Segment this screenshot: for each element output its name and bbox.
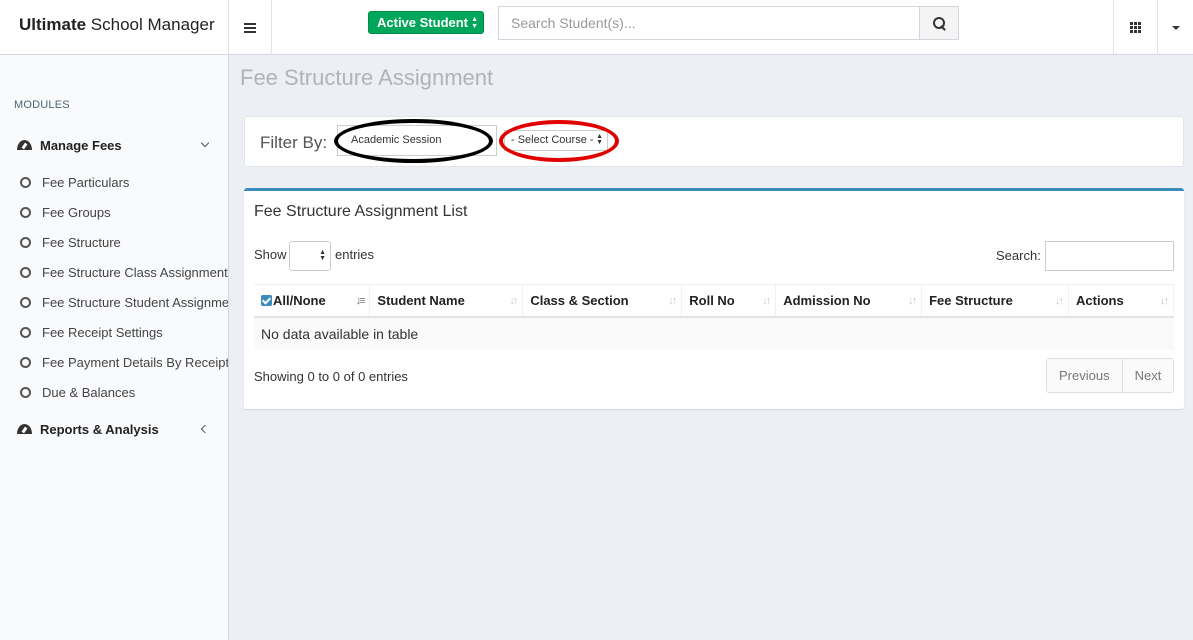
list-title: Fee Structure Assignment List xyxy=(254,203,468,220)
sidebar-item-label: Fee Structure xyxy=(42,234,121,250)
student-status-select[interactable]: Active Student ▲ ▼ xyxy=(368,11,484,34)
select-arrows-icon: ▲ ▼ xyxy=(596,133,603,146)
sidebar-item-label: Fee Particulars xyxy=(42,174,130,190)
column-header-admission-no[interactable]: Admission No ↓↑ xyxy=(775,284,923,318)
logo-text: School Manager xyxy=(86,15,215,34)
sidebar-group-manage-fees[interactable]: Manage Fees xyxy=(0,127,228,163)
sidebar-item-fee-structure[interactable]: Fee Structure xyxy=(0,227,228,257)
sidebar-item-label: Due & Balances xyxy=(42,384,136,400)
sidebar-item-fee-groups[interactable]: Fee Groups xyxy=(0,197,228,227)
caret-down-icon xyxy=(1171,25,1180,30)
circle-icon xyxy=(20,266,31,278)
table-header-row: All/None ↓≡ Student Name ↓↑ Class & Sectio… xyxy=(254,284,1174,318)
course-select-value: - Select Course - xyxy=(511,134,594,146)
sidebar-item-fee-particulars[interactable]: Fee Particulars xyxy=(0,167,228,197)
hamburger-icon xyxy=(244,22,256,33)
sidebar-item-due-balances[interactable]: Due & Balances xyxy=(0,377,228,407)
apps-menu-button[interactable] xyxy=(1113,0,1158,55)
sidebar-item-payment-details[interactable]: Fee Payment Details By Receipt I xyxy=(0,347,228,377)
student-search-input[interactable] xyxy=(499,7,919,39)
select-arrows-icon: ▲ ▼ xyxy=(471,16,478,30)
show-label: Show xyxy=(254,247,287,262)
sidebar-item-label: Fee Groups xyxy=(42,204,111,220)
column-label: Fee Structure xyxy=(929,292,1013,308)
assignment-list-panel: Fee Structure Assignment List Show ▲ ▼ en… xyxy=(244,188,1184,409)
column-label: Student Name xyxy=(377,292,465,308)
app-logo[interactable]: Ultimate School Manager xyxy=(0,0,229,55)
column-header-class-section[interactable]: Class & Section ↓↑ xyxy=(522,284,683,318)
dashboard-icon xyxy=(17,139,32,151)
table-row: No data available in table xyxy=(254,316,1174,350)
dashboard-icon xyxy=(17,423,32,435)
sort-icon: ↓↑ xyxy=(908,295,917,307)
chevron-left-icon xyxy=(200,424,210,434)
circle-icon xyxy=(20,326,31,338)
column-header-roll-no[interactable]: Roll No ↓↑ xyxy=(681,284,777,318)
sort-asc-icon: ↓≡ xyxy=(355,295,366,307)
entries-length-select[interactable]: ▲ ▼ xyxy=(289,241,331,271)
sidebar-toggle-button[interactable] xyxy=(229,0,272,55)
column-label: All/None xyxy=(273,292,326,308)
circle-icon xyxy=(20,296,31,308)
academic-session-value: Academic Session xyxy=(351,134,442,146)
column-label: Admission No xyxy=(783,292,871,308)
next-page-button[interactable]: Next xyxy=(1121,359,1174,392)
sidebar-group-reports[interactable]: Reports & Analysis xyxy=(0,411,228,447)
top-navbar: Ultimate School Manager Active Student ▲ ▼ xyxy=(0,0,1193,55)
page-title: Fee Structure Assignment xyxy=(240,65,494,90)
sidebar-section-heading: MODULES xyxy=(14,99,70,111)
circle-icon xyxy=(20,386,31,398)
circle-icon xyxy=(20,356,31,368)
sort-icon: ↓↑ xyxy=(668,295,677,307)
column-label: Roll No xyxy=(689,292,735,308)
column-header-all-none[interactable]: All/None ↓≡ xyxy=(254,284,371,318)
student-status-value: Active Student xyxy=(377,15,469,30)
table-info: Showing 0 to 0 of 0 entries xyxy=(254,369,408,384)
empty-table-message: No data available in table xyxy=(254,316,1174,350)
search-button[interactable] xyxy=(919,7,958,39)
entries-label: entries xyxy=(335,247,375,262)
sidebar-item-label: Fee Structure Class Assignment xyxy=(42,264,228,280)
sidebar: MODULES Manage Fees Fee Particulars Fee … xyxy=(0,55,229,640)
sort-icon: ↓↑ xyxy=(509,295,518,307)
sidebar-item-student-assignment[interactable]: Fee Structure Student Assignme xyxy=(0,287,228,317)
column-header-fee-structure[interactable]: Fee Structure ↓↑ xyxy=(921,284,1070,318)
circle-icon xyxy=(20,206,31,218)
table-search-label: Search: xyxy=(996,248,1041,263)
sort-icon: ↓↑ xyxy=(1160,295,1169,307)
filter-panel: Filter By: Academic Session - Select Cou… xyxy=(244,116,1184,167)
sidebar-item-label: Fee Structure Student Assignme xyxy=(42,294,228,310)
academic-session-select[interactable]: Academic Session xyxy=(337,125,497,156)
column-header-student-name[interactable]: Student Name ↓↑ xyxy=(369,284,524,318)
user-menu-dropdown[interactable] xyxy=(1158,0,1193,55)
sidebar-group-label: Reports & Analysis xyxy=(40,421,159,437)
filter-label: Filter By: xyxy=(260,133,328,152)
column-label: Actions xyxy=(1076,292,1124,308)
sidebar-item-class-assignment[interactable]: Fee Structure Class Assignment xyxy=(0,257,228,287)
sort-icon: ↓↑ xyxy=(762,295,771,307)
chevron-down-icon xyxy=(200,138,210,148)
search-icon xyxy=(932,16,946,30)
sidebar-item-label: Fee Payment Details By Receipt I xyxy=(42,354,228,370)
course-select[interactable]: - Select Course - ▲ ▼ xyxy=(504,130,608,151)
select-all-checkbox[interactable] xyxy=(261,294,272,306)
pagination: Previous Next xyxy=(1046,358,1175,393)
column-header-actions[interactable]: Actions ↓↑ xyxy=(1068,284,1174,318)
sidebar-group-label: Manage Fees xyxy=(40,137,122,153)
sidebar-item-label: Fee Receipt Settings xyxy=(42,324,163,340)
logo-bold-text: Ultimate xyxy=(19,15,87,34)
table-search-input[interactable] xyxy=(1045,241,1174,271)
circle-icon xyxy=(20,176,31,188)
circle-icon xyxy=(20,236,31,248)
sort-icon: ↓↑ xyxy=(1055,295,1064,307)
column-label: Class & Section xyxy=(530,292,629,308)
previous-page-button[interactable]: Previous xyxy=(1047,359,1122,392)
select-arrows-icon: ▲ ▼ xyxy=(319,249,326,262)
sidebar-item-receipt-settings[interactable]: Fee Receipt Settings xyxy=(0,317,228,347)
student-search xyxy=(498,6,959,40)
grid-icon xyxy=(1130,22,1141,33)
assignment-table: All/None ↓≡ Student Name ↓↑ Class & Sectio… xyxy=(254,284,1174,350)
